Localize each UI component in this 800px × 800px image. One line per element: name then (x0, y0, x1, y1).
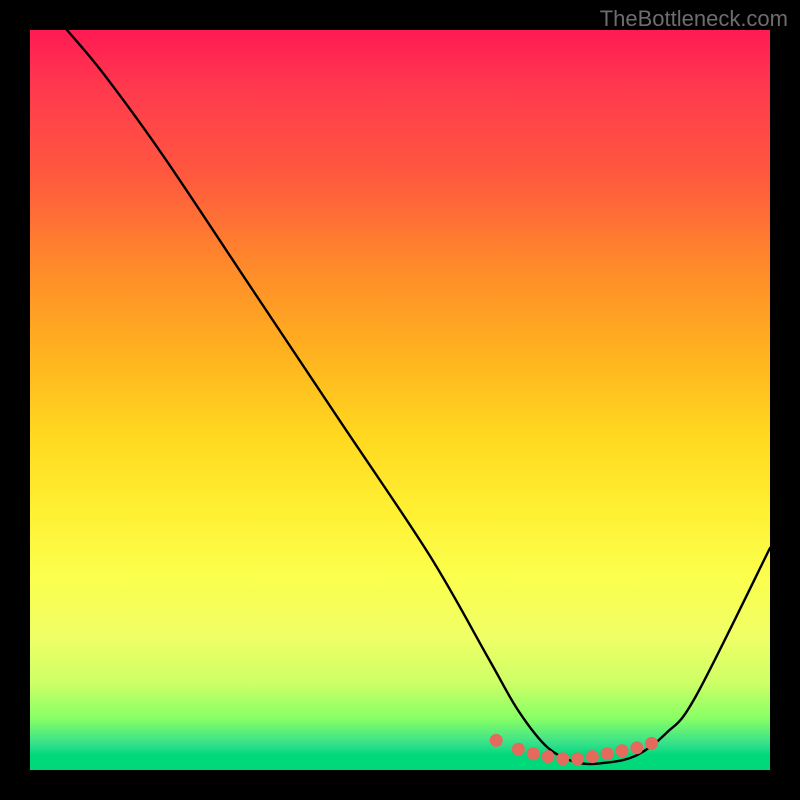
optimal-range-dots (490, 734, 658, 766)
marker-dot (616, 744, 629, 757)
marker-dot (527, 747, 540, 760)
marker-dot (490, 734, 503, 747)
watermark-text: TheBottleneck.com (600, 6, 788, 32)
marker-dot (586, 750, 599, 763)
marker-dot (601, 747, 614, 760)
marker-dot (512, 743, 525, 756)
marker-dot (542, 750, 555, 763)
marker-dot (645, 737, 658, 750)
curve-layer (30, 30, 770, 770)
marker-dot (556, 752, 569, 765)
marker-dot (571, 752, 584, 765)
bottleneck-curve (67, 30, 770, 764)
marker-dot (630, 741, 643, 754)
chart-frame: TheBottleneck.com (0, 0, 800, 800)
